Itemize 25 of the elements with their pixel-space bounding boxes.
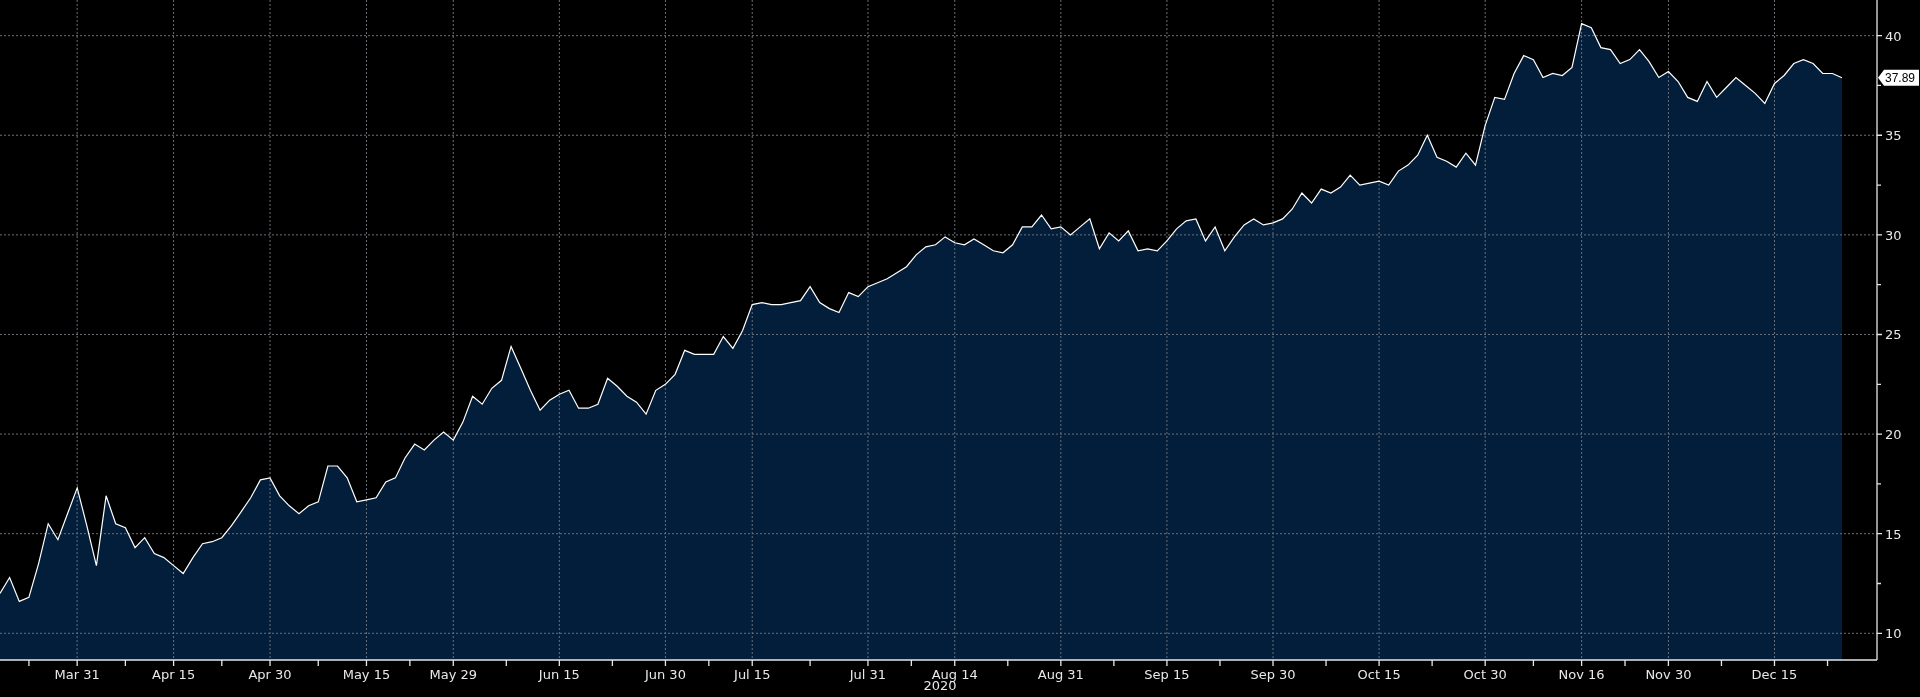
y-tick-label: 10 (1885, 626, 1902, 642)
x-tick-label: Mar 31 (54, 667, 100, 682)
x-tick-label: May 29 (429, 667, 478, 682)
x-tick-label: Aug 31 (1037, 667, 1084, 682)
y-tick-label: 35 (1885, 128, 1902, 144)
y-tick-label: 25 (1885, 327, 1902, 343)
x-tick-label: May 15 (342, 667, 391, 682)
x-tick-label: Apr 30 (248, 667, 292, 682)
y-tick-label: 20 (1885, 427, 1902, 443)
y-tick-label: 40 (1885, 28, 1902, 44)
x-tick-label: Jun 30 (644, 667, 686, 682)
x-tick-label: Jul 15 (734, 667, 771, 682)
x-tick-label: Jun 15 (538, 667, 580, 682)
x-tick-label: Sep 30 (1250, 667, 1296, 682)
x-tick-label: Oct 30 (1463, 667, 1507, 682)
x-tick-label: Apr 15 (152, 667, 196, 682)
x-tick-label: Jul 31 (849, 667, 887, 682)
y-tick-label: 15 (1885, 526, 1902, 542)
x-tick-label: Dec 15 (1751, 667, 1798, 682)
x-tick-label: Nov 16 (1558, 667, 1605, 682)
x-tick-label: Oct 15 (1357, 667, 1401, 682)
last-value-label: 37.89 (1878, 69, 1919, 86)
x-tick-label: Nov 30 (1645, 667, 1692, 682)
y-tick-label: 30 (1885, 227, 1902, 243)
x-tick-label: Sep 15 (1144, 667, 1190, 682)
